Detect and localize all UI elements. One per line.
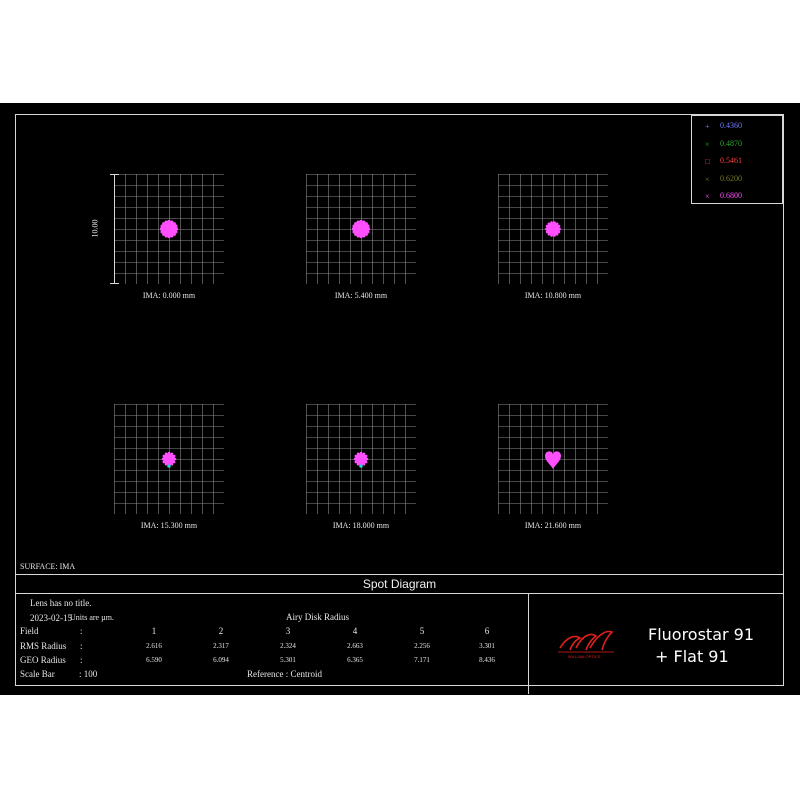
field-caption: IMA: 10.800 mm — [524, 291, 582, 300]
field-number: 4 — [352, 626, 358, 636]
legend-entry: +0.4360 — [692, 120, 784, 134]
lens-title: Lens has no title. — [30, 598, 92, 608]
legend-value: 0.5461 — [720, 156, 742, 165]
legend-value: 0.6800 — [720, 191, 742, 200]
field-number: 1 — [151, 626, 157, 636]
legend-entry: × 0.4870 — [692, 138, 784, 152]
legend-entry: □ 0.5461 — [692, 155, 784, 169]
field-caption: IMA: 21.600 mm — [524, 521, 582, 530]
legend-value: 0.4360 — [720, 121, 742, 130]
product-line-2: + Flat 91 — [655, 647, 729, 666]
rms-value: 2.663 — [347, 642, 363, 650]
spot-cluster — [353, 451, 369, 468]
scale-bar — [114, 174, 115, 284]
spot-cluster — [159, 219, 179, 239]
geo-row-colon: : — [80, 655, 83, 665]
rms-value: 2.317 — [213, 642, 229, 650]
field-caption: IMA: 5.400 mm — [334, 291, 388, 300]
spot-cluster — [545, 221, 561, 237]
spot-grid — [114, 174, 224, 284]
logo-text: WILLIAM OPTICS — [568, 654, 601, 659]
field-number: 5 — [419, 626, 425, 636]
field-number: 3 — [285, 626, 291, 636]
field-row-colon: : — [80, 626, 83, 636]
scale-bar-label: 10.00 — [90, 219, 100, 238]
title-bar: Spot Diagram — [15, 574, 784, 594]
geo-value: 8.436 — [479, 656, 495, 664]
spot-cluster — [161, 451, 177, 468]
spot-cluster — [351, 219, 371, 239]
legend-marker-icon: + — [705, 122, 710, 131]
legend-entry: × 0.6200 — [692, 173, 784, 187]
geo-value: 6.590 — [146, 656, 162, 664]
spot-grid — [306, 174, 416, 284]
spot-grid — [498, 174, 608, 284]
geo-value: 6.094 — [213, 656, 229, 664]
rms-row-colon: : — [80, 641, 83, 651]
geo-value: 5.301 — [280, 656, 296, 664]
scale-bar-bottom-tick — [110, 283, 119, 284]
geo-row-label: GEO Radius — [20, 655, 66, 665]
geo-value: 7.171 — [414, 656, 430, 664]
airy-disk-label: Airy Disk Radius — [286, 612, 349, 622]
spot-grid — [306, 404, 416, 514]
rms-value: 2.256 — [414, 642, 430, 650]
date-label: 2023-02-15 — [30, 613, 72, 623]
spot-grid — [114, 404, 224, 514]
scale-bar-top-tick — [110, 174, 119, 175]
surface-label: SURFACE: IMA — [20, 562, 76, 571]
field-caption: IMA: 15.300 mm — [140, 521, 198, 530]
field-row-label: Field — [20, 626, 39, 636]
rms-row-label: RMS Radius — [20, 641, 67, 651]
rms-value: 2.324 — [280, 642, 296, 650]
units-label: Units are µm. — [70, 613, 114, 622]
reference-label: Reference : Centroid — [247, 669, 322, 679]
legend-entry: × 0.6800 — [692, 190, 784, 204]
spot-grid — [498, 404, 608, 514]
field-caption: IMA: 0.000 mm — [142, 291, 196, 300]
legend-marker-icon: × — [705, 139, 710, 149]
wavelength-legend: +0.4360 × 0.4870 □ 0.5461 × 0.6200 × 0.6800 — [691, 115, 783, 204]
legend-marker-icon: □ — [705, 157, 710, 166]
product-line-1: Fluorostar 91 — [648, 625, 755, 644]
field-caption: IMA: 18.000 mm — [332, 521, 390, 530]
geo-value: 6.365 — [347, 656, 363, 664]
field-number: 6 — [484, 626, 490, 636]
legend-marker-icon: × — [705, 192, 710, 201]
legend-value: 0.4870 — [720, 138, 742, 148]
spot-cluster — [545, 451, 561, 469]
legend-value: 0.6200 — [720, 173, 742, 183]
diagram-title: Spot Diagram — [362, 577, 437, 591]
rms-value: 3.301 — [479, 642, 495, 650]
info-divider — [528, 593, 529, 694]
rms-value: 2.616 — [146, 642, 162, 650]
scale-bar-row-label: Scale Bar — [20, 669, 55, 679]
legend-marker-icon: × — [705, 174, 710, 184]
field-number: 2 — [218, 626, 224, 636]
scale-bar-value: : 100 — [79, 669, 98, 679]
